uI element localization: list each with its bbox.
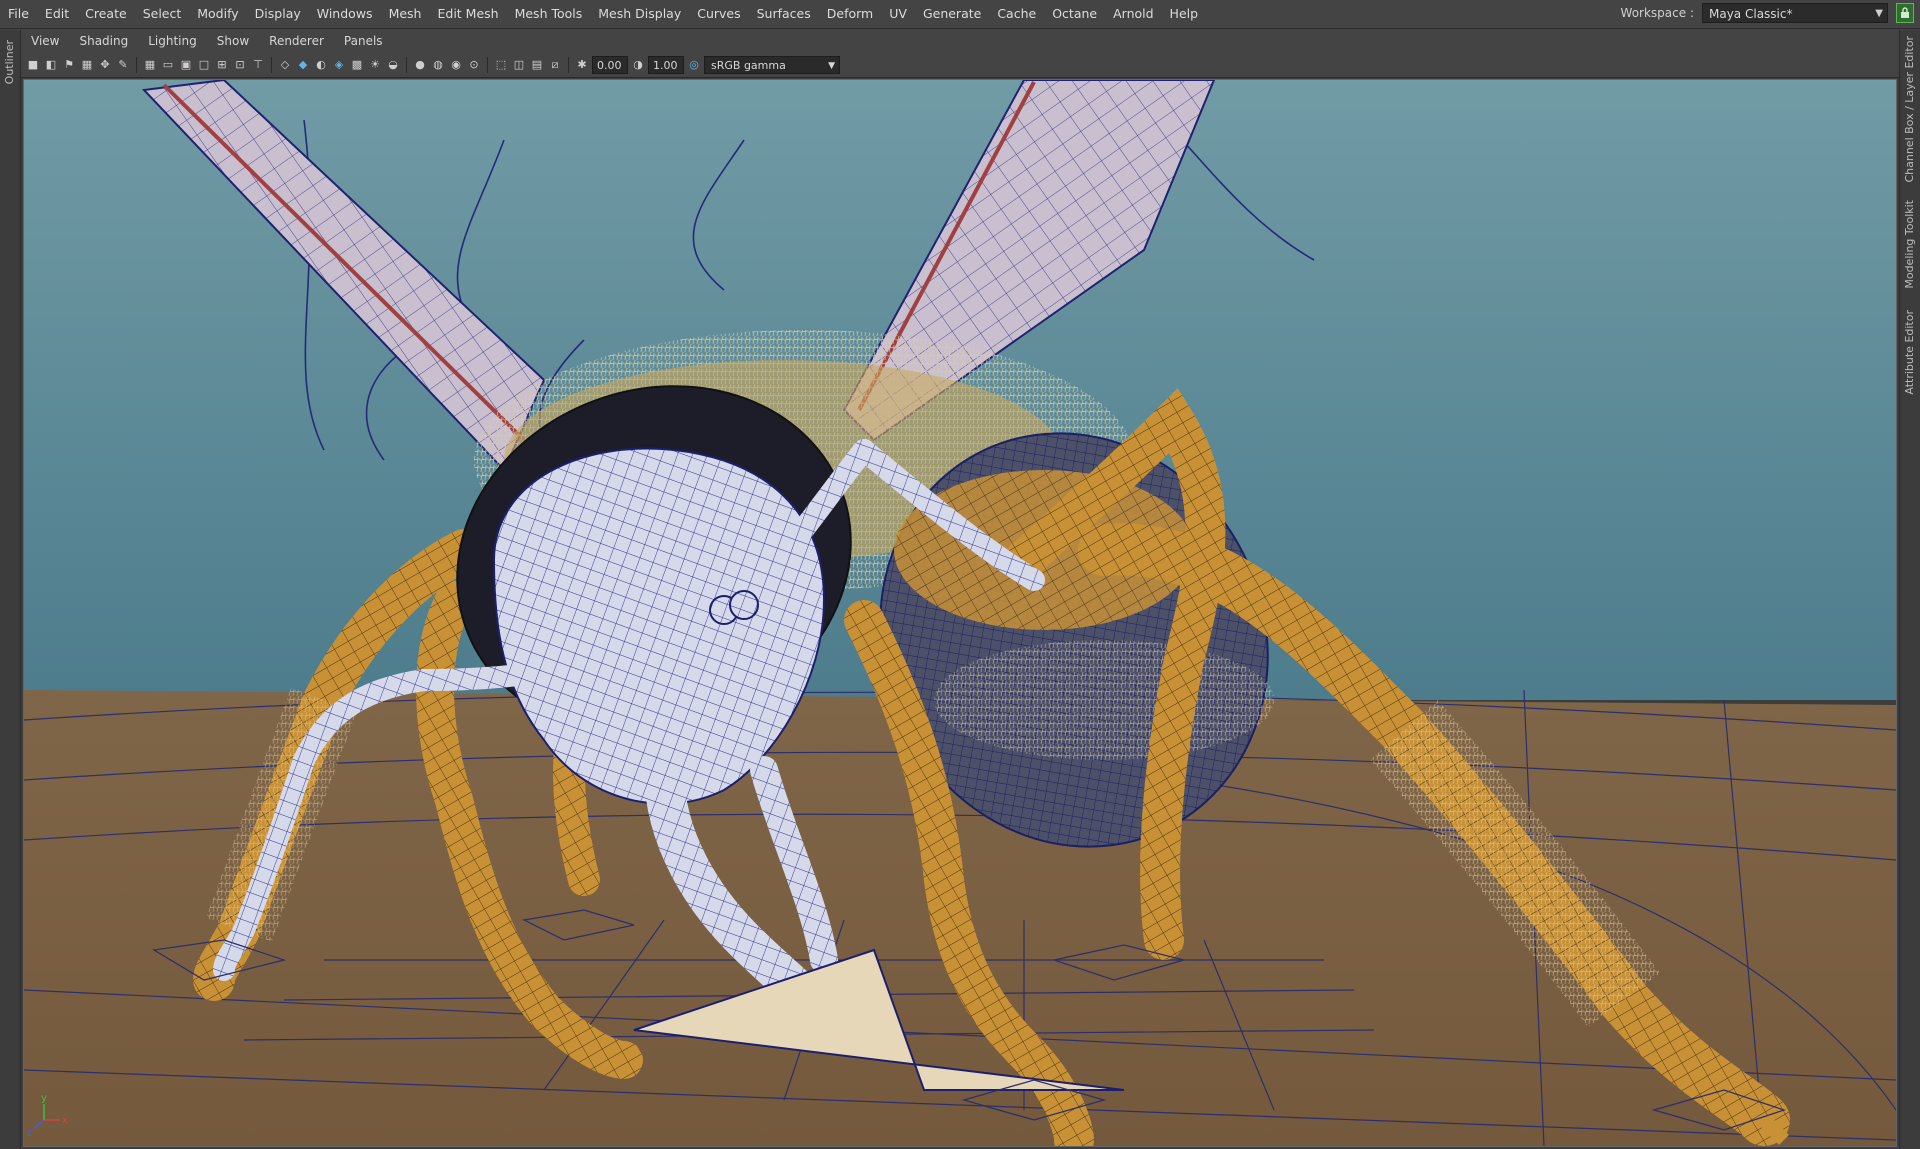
menu-mesh[interactable]: Mesh: [381, 0, 430, 28]
menu-modify[interactable]: Modify: [189, 0, 246, 28]
wireframe-on-shaded-icon[interactable]: ◈: [331, 57, 347, 73]
default-material-icon[interactable]: ◐: [313, 57, 329, 73]
menu-display[interactable]: Display: [247, 0, 309, 28]
safe-action-icon[interactable]: ⊡: [232, 57, 248, 73]
panel-menu-show[interactable]: Show: [207, 30, 259, 52]
gamma-icon[interactable]: ◑: [630, 57, 646, 73]
viewport-panel: View Shading Lighting Show Renderer Pane…: [21, 30, 1899, 1149]
menu-create[interactable]: Create: [77, 0, 135, 28]
viewport-scene[interactable]: x y z: [24, 80, 1896, 1146]
abdomen-fur: [934, 640, 1274, 760]
wireframe-icon[interactable]: ◇: [277, 57, 293, 73]
toolbar-separator: [568, 56, 569, 73]
field-chart-icon[interactable]: ⊞: [214, 57, 230, 73]
isolate-select-icon[interactable]: ⬚: [493, 57, 509, 73]
tab-modeling-toolkit[interactable]: Modeling Toolkit: [1903, 200, 1916, 289]
menu-windows[interactable]: Windows: [309, 0, 381, 28]
menu-octane[interactable]: Octane: [1044, 0, 1105, 28]
axis-z-label: z: [27, 1128, 32, 1139]
panel-menu-panels[interactable]: Panels: [334, 30, 393, 52]
panel-menu-bar: View Shading Lighting Show Renderer Pane…: [21, 30, 1899, 52]
view-transform-dropdown[interactable]: sRGB gamma ▼: [704, 55, 840, 74]
menu-mesh-display[interactable]: Mesh Display: [590, 0, 689, 28]
menu-edit[interactable]: Edit: [37, 0, 77, 28]
right-dock: Channel Box / Layer Editor Modeling Tool…: [1899, 30, 1920, 1149]
menu-select[interactable]: Select: [135, 0, 190, 28]
panel-menu-shading[interactable]: Shading: [69, 30, 138, 52]
xray-active-components-icon[interactable]: ▤: [529, 57, 545, 73]
chevron-down-icon: ▼: [1875, 8, 1883, 19]
exposure-field[interactable]: 0.00: [592, 55, 628, 74]
workspace-selector: Workspace : Maya Classic* ▼: [1621, 3, 1914, 23]
menu-curves[interactable]: Curves: [689, 0, 748, 28]
menu-deform[interactable]: Deform: [819, 0, 881, 28]
workspace-dropdown[interactable]: Maya Classic* ▼: [1702, 3, 1888, 23]
grease-pencil-icon[interactable]: ✎: [115, 57, 131, 73]
workspace-label: Workspace :: [1620, 6, 1694, 20]
view-transform-value: sRGB gamma: [711, 58, 786, 72]
menu-generate[interactable]: Generate: [915, 0, 989, 28]
gamma-field[interactable]: 1.00: [648, 55, 684, 74]
toolbar-separator: [136, 56, 137, 73]
left-dock: Outliner: [0, 30, 21, 1149]
tab-outliner[interactable]: Outliner: [3, 40, 16, 84]
menu-arnold[interactable]: Arnold: [1105, 0, 1161, 28]
toolbar-separator: [271, 56, 272, 73]
screen-space-ao-icon[interactable]: ●: [412, 57, 428, 73]
2d-pan-zoom-icon[interactable]: ✥: [97, 57, 113, 73]
panel-menu-view[interactable]: View: [21, 30, 69, 52]
multisample-aa-icon[interactable]: ◉: [448, 57, 464, 73]
shadows-icon[interactable]: ◒: [385, 57, 401, 73]
use-all-lights-icon[interactable]: ☀: [367, 57, 383, 73]
toolbar-separator: [487, 56, 488, 73]
main-menu-bar: File Edit Create Select Modify Display W…: [0, 0, 1920, 29]
xray-icon[interactable]: ◫: [511, 57, 527, 73]
axis-y-label: y: [41, 1093, 47, 1104]
menu-uv[interactable]: UV: [881, 0, 915, 28]
exposure-icon[interactable]: ✱: [574, 57, 590, 73]
gate-mask-icon[interactable]: □: [196, 57, 212, 73]
toolbar-separator: [406, 56, 407, 73]
camera-attributes-icon[interactable]: ◧: [43, 57, 59, 73]
menu-mesh-tools[interactable]: Mesh Tools: [507, 0, 591, 28]
image-plane-icon[interactable]: ▦: [79, 57, 95, 73]
3d-viewport[interactable]: x y z: [23, 79, 1897, 1147]
menu-help[interactable]: Help: [1162, 0, 1207, 28]
menu-cache[interactable]: Cache: [989, 0, 1044, 28]
textured-icon[interactable]: ▩: [349, 57, 365, 73]
motion-blur-icon[interactable]: ◍: [430, 57, 446, 73]
menu-file[interactable]: File: [0, 0, 37, 28]
workspace-value: Maya Classic*: [1709, 7, 1793, 21]
film-gate-icon[interactable]: ▭: [160, 57, 176, 73]
lock-icon[interactable]: [1896, 3, 1914, 23]
safe-title-icon[interactable]: ⊤: [250, 57, 266, 73]
main-menu: File Edit Create Select Modify Display W…: [0, 0, 1206, 28]
tab-channel-box[interactable]: Channel Box / Layer Editor: [1903, 36, 1916, 183]
menu-edit-mesh[interactable]: Edit Mesh: [429, 0, 506, 28]
depth-of-field-icon[interactable]: ⊙: [466, 57, 482, 73]
panel-menu-renderer[interactable]: Renderer: [259, 30, 334, 52]
grid-icon[interactable]: ▦: [142, 57, 158, 73]
chevron-down-icon: ▼: [828, 60, 835, 71]
bookmark-icon[interactable]: ⚑: [61, 57, 77, 73]
menu-surfaces[interactable]: Surfaces: [749, 0, 819, 28]
resolution-gate-icon[interactable]: ▣: [178, 57, 194, 73]
camera-icon[interactable]: ■: [25, 57, 41, 73]
panel-menu-lighting[interactable]: Lighting: [138, 30, 207, 52]
smooth-shade-icon[interactable]: ◆: [295, 57, 311, 73]
color-management-icon[interactable]: ◎: [686, 57, 702, 73]
panel-toolbar: ■ ◧ ⚑ ▦ ✥ ✎ ▦ ▭ ▣ □ ⊞ ⊡ ⊤ ◇ ◆ ◐ ◈ ▩ ☀ ◒ …: [21, 52, 1899, 78]
axis-x-label: x: [62, 1115, 68, 1126]
tab-attribute-editor[interactable]: Attribute Editor: [1903, 310, 1916, 395]
xray-joints-icon[interactable]: ⧄: [547, 57, 563, 73]
